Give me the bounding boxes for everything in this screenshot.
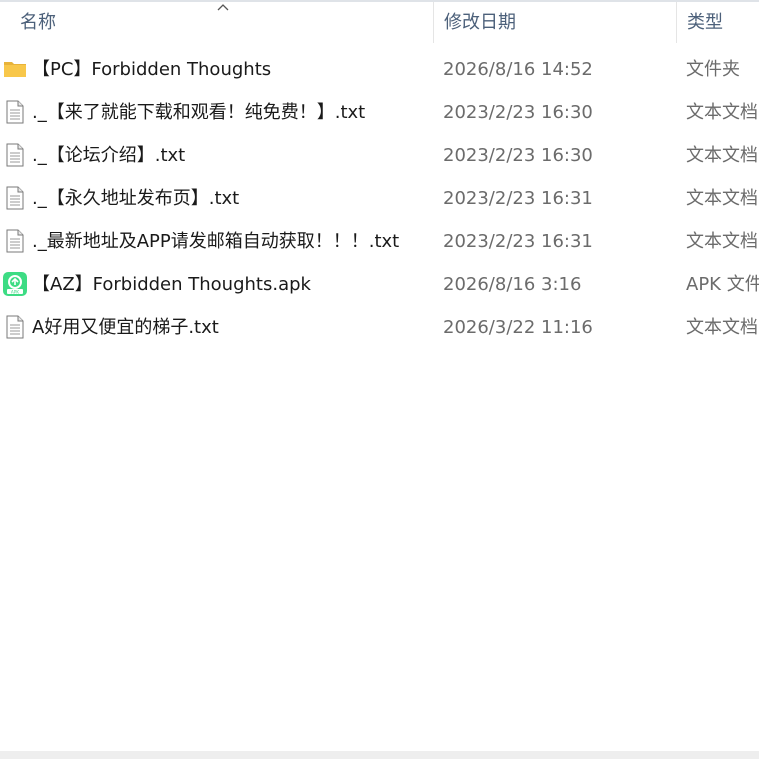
file-date: 2026/3/22 11:16 (443, 317, 593, 338)
text-file-icon (6, 186, 24, 210)
file-date: 2026/8/16 14:52 (443, 59, 593, 80)
svg-text:APK: APK (11, 289, 19, 294)
file-type: APK 文件 (686, 274, 759, 295)
column-date-header[interactable]: 修改日期 (433, 2, 676, 43)
apk-file-icon: APK (3, 272, 27, 296)
file-row[interactable]: ._【来了就能下载和观看！纯免费！】.txt 2023/2/23 16:30 文… (0, 91, 759, 134)
file-date: 2023/2/23 16:30 (443, 145, 593, 166)
folder-icon (4, 62, 26, 77)
file-date: 2026/8/16 3:16 (443, 274, 582, 295)
file-name: ._【论坛介绍】.txt (32, 145, 186, 166)
file-name: ._【永久地址发布页】.txt (32, 188, 240, 209)
file-row[interactable]: ._【永久地址发布页】.txt 2023/2/23 16:31 文本文档 (0, 177, 759, 220)
file-name: 【AZ】Forbidden Thoughts.apk (32, 274, 311, 295)
text-file-icon (6, 229, 24, 253)
file-name: 【PC】Forbidden Thoughts (32, 59, 272, 80)
text-file-icon (6, 100, 24, 124)
file-name: ._【来了就能下载和观看！纯免费！】.txt (32, 102, 366, 123)
file-row[interactable]: APK 【AZ】Forbidden Thoughts.apk 2026/8/16… (0, 263, 759, 306)
file-list: 【PC】Forbidden Thoughts 2026/8/16 14:52 文… (0, 48, 759, 349)
file-row[interactable]: ._【论坛介绍】.txt 2023/2/23 16:30 文本文档 (0, 134, 759, 177)
column-header: 名称 修改日期 类型 (0, 0, 759, 43)
file-name: A好用又便宜的梯子.txt (32, 317, 219, 338)
file-type: 文本文档 (686, 188, 758, 209)
column-type-header[interactable]: 类型 (676, 2, 759, 43)
file-row[interactable]: A好用又便宜的梯子.txt 2026/3/22 11:16 文本文档 (0, 306, 759, 349)
file-name: ._最新地址及APP请发邮箱自动获取！！！.txt (32, 231, 400, 252)
file-row[interactable]: 【PC】Forbidden Thoughts 2026/8/16 14:52 文… (0, 48, 759, 91)
file-type: 文本文档 (686, 145, 758, 166)
file-type: 文本文档 (686, 317, 758, 338)
text-file-icon (6, 143, 24, 167)
file-date: 2023/2/23 16:31 (443, 231, 593, 252)
file-type: 文本文档 (686, 102, 758, 123)
file-row[interactable]: ._最新地址及APP请发邮箱自动获取！！！.txt 2023/2/23 16:3… (0, 220, 759, 263)
file-date: 2023/2/23 16:30 (443, 102, 593, 123)
column-name-header[interactable]: 名称 (0, 2, 433, 43)
file-type: 文件夹 (686, 59, 740, 80)
file-date: 2023/2/23 16:31 (443, 188, 593, 209)
text-file-icon (6, 315, 24, 339)
horizontal-scrollbar[interactable] (0, 751, 759, 759)
file-explorer: 名称 修改日期 类型 【PC】Forbidden Thoughts 2026/8… (0, 0, 759, 759)
file-type: 文本文档 (686, 231, 758, 252)
